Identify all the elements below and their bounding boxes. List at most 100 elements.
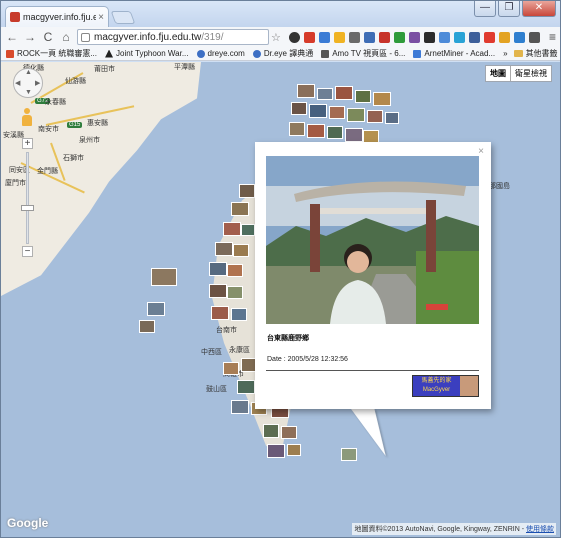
photo-marker[interactable] <box>367 110 383 123</box>
bug-extension-icon[interactable] <box>408 31 420 43</box>
map-label: 鼓山區 <box>206 386 227 393</box>
pan-left-icon[interactable]: ◀ <box>15 79 20 87</box>
photo-marker[interactable] <box>329 106 345 119</box>
browser-tab[interactable]: macgyver.info.fju.edu.tw × <box>5 6 109 27</box>
photo-marker[interactable] <box>223 222 241 236</box>
photo-marker[interactable] <box>289 122 305 136</box>
attribution-text: 地圖資料©2013 AutoNavi, Google, Kingway, ZEN… <box>354 526 526 533</box>
photo-marker[interactable] <box>227 286 243 299</box>
camera-extension-icon[interactable] <box>348 31 360 43</box>
photo-marker[interactable] <box>373 92 391 106</box>
bookmark-label: Joint Typhoon War... <box>116 49 189 58</box>
bookmark-item[interactable]: Joint Typhoon War... <box>105 49 189 58</box>
checkmark-extension-icon[interactable] <box>393 31 405 43</box>
zoom-slider-thumb[interactable] <box>21 205 34 211</box>
photo-marker[interactable] <box>209 284 227 298</box>
puzzle-extension-icon[interactable] <box>483 31 495 43</box>
photo-marker[interactable] <box>233 244 249 257</box>
zoom-slider-track[interactable] <box>26 152 29 244</box>
photo-marker[interactable] <box>263 424 279 438</box>
street-view-pegman-icon[interactable] <box>22 108 32 126</box>
twitter-extension-icon[interactable] <box>453 31 465 43</box>
minimize-button[interactable]: — <box>474 1 496 17</box>
map-type-button[interactable]: 地圖 <box>486 66 511 81</box>
photo-marker[interactable] <box>287 444 301 456</box>
mail-extension-icon[interactable] <box>513 31 525 43</box>
pan-right-icon[interactable]: ▶ <box>35 79 40 87</box>
bookmark-item[interactable]: Dr.eye 譯典通 <box>252 48 313 59</box>
bookmark-item[interactable]: dreye.com <box>196 49 245 58</box>
bookmark-item[interactable]: ArnetMiner - Acad... <box>413 49 495 58</box>
bookmark-favicon-icon <box>6 49 14 58</box>
photo-marker[interactable] <box>139 320 155 333</box>
close-window-button[interactable]: ✕ <box>522 1 556 17</box>
download-extension-icon[interactable] <box>468 31 480 43</box>
back-button[interactable]: ← <box>5 30 19 44</box>
globe-extension-icon[interactable] <box>318 31 330 43</box>
photo-marker[interactable] <box>151 268 177 286</box>
photo-marker[interactable] <box>231 400 249 414</box>
map-label: 永春縣 <box>45 99 66 106</box>
macgyver-badge[interactable]: 馬蓋先的家 MacGyver <box>412 375 479 397</box>
tool-extension-icon[interactable] <box>528 31 540 43</box>
photo-marker[interactable] <box>335 86 353 100</box>
photo-marker[interactable] <box>241 224 255 236</box>
bookmark-star-icon[interactable]: ☆ <box>271 31 281 44</box>
photo-marker[interactable] <box>239 184 255 198</box>
photo-marker[interactable] <box>227 264 243 277</box>
photo-marker[interactable] <box>385 112 399 124</box>
zoom-out-button[interactable]: − <box>22 246 33 257</box>
satellite-type-button[interactable]: 衛星檢視 <box>511 66 551 81</box>
photo-marker[interactable] <box>317 88 333 100</box>
flag-extension-icon[interactable] <box>378 31 390 43</box>
photo-marker[interactable] <box>291 102 307 115</box>
photo-marker[interactable] <box>231 308 247 321</box>
power-extension-icon[interactable] <box>288 31 300 43</box>
road-shield: G15 <box>67 122 83 128</box>
photo-marker[interactable] <box>309 104 327 118</box>
forward-button[interactable]: → <box>23 30 37 44</box>
bookmark-extension-icon[interactable] <box>303 31 315 43</box>
zoom-in-button[interactable]: + <box>22 138 33 149</box>
bookmarks-more-button[interactable]: » <box>503 49 507 58</box>
reload-button[interactable]: C <box>41 30 55 44</box>
address-bar[interactable]: macgyver.info.fju.edu.tw/319/ <box>77 29 269 45</box>
selected-photo-marker[interactable] <box>341 448 357 461</box>
photo-marker[interactable] <box>237 380 255 394</box>
photo-marker[interactable] <box>215 242 233 256</box>
gift-extension-icon[interactable] <box>498 31 510 43</box>
pan-down-icon[interactable]: ▼ <box>25 89 32 96</box>
pan-up-icon[interactable]: ▲ <box>25 69 32 76</box>
photo-marker[interactable] <box>307 124 325 138</box>
new-tab-button[interactable] <box>110 11 136 24</box>
bookmark-item[interactable]: ROCK一頁 統職審憲... <box>6 48 97 59</box>
folder-extension-icon[interactable] <box>333 31 345 43</box>
map-canvas[interactable]: G72 G15 德化縣 莆田市 仙游縣 平潭縣 永春縣 南安市 惠安縣 泉州市 … <box>1 62 560 537</box>
photo-marker[interactable] <box>211 306 229 320</box>
terms-of-use-link[interactable]: 使用條款 <box>526 526 554 533</box>
photo-marker[interactable] <box>231 202 249 216</box>
maximize-button[interactable]: ❐ <box>498 1 520 17</box>
photo-marker[interactable] <box>355 90 371 103</box>
photo-marker[interactable] <box>209 262 227 276</box>
pan-control[interactable]: ▲ ▼ ◀ ▶ <box>13 68 43 98</box>
photo-marker[interactable] <box>327 126 343 139</box>
photo-marker[interactable] <box>345 128 363 142</box>
photo-marker[interactable] <box>347 108 365 122</box>
photo-marker[interactable] <box>223 362 239 375</box>
close-icon[interactable]: × <box>478 146 484 157</box>
arrow-extension-icon[interactable] <box>438 31 450 43</box>
photo-marker[interactable] <box>297 84 315 98</box>
home-button[interactable]: ⌂ <box>59 30 73 44</box>
tab-close-icon[interactable]: × <box>98 12 104 23</box>
bookmark-item[interactable]: Amo TV 視頁區 - 6... <box>321 48 405 59</box>
other-bookmarks-folder[interactable]: 其他書籤 <box>513 48 558 59</box>
photo-marker[interactable] <box>281 426 297 439</box>
facebook-extension-icon[interactable] <box>363 31 375 43</box>
photo-marker[interactable] <box>147 302 165 316</box>
grid-icon <box>321 49 330 58</box>
photo-image[interactable] <box>266 156 479 324</box>
menu-icon[interactable]: ≡ <box>549 30 556 44</box>
diamond-extension-icon[interactable] <box>423 31 435 43</box>
photo-marker[interactable] <box>267 444 285 458</box>
